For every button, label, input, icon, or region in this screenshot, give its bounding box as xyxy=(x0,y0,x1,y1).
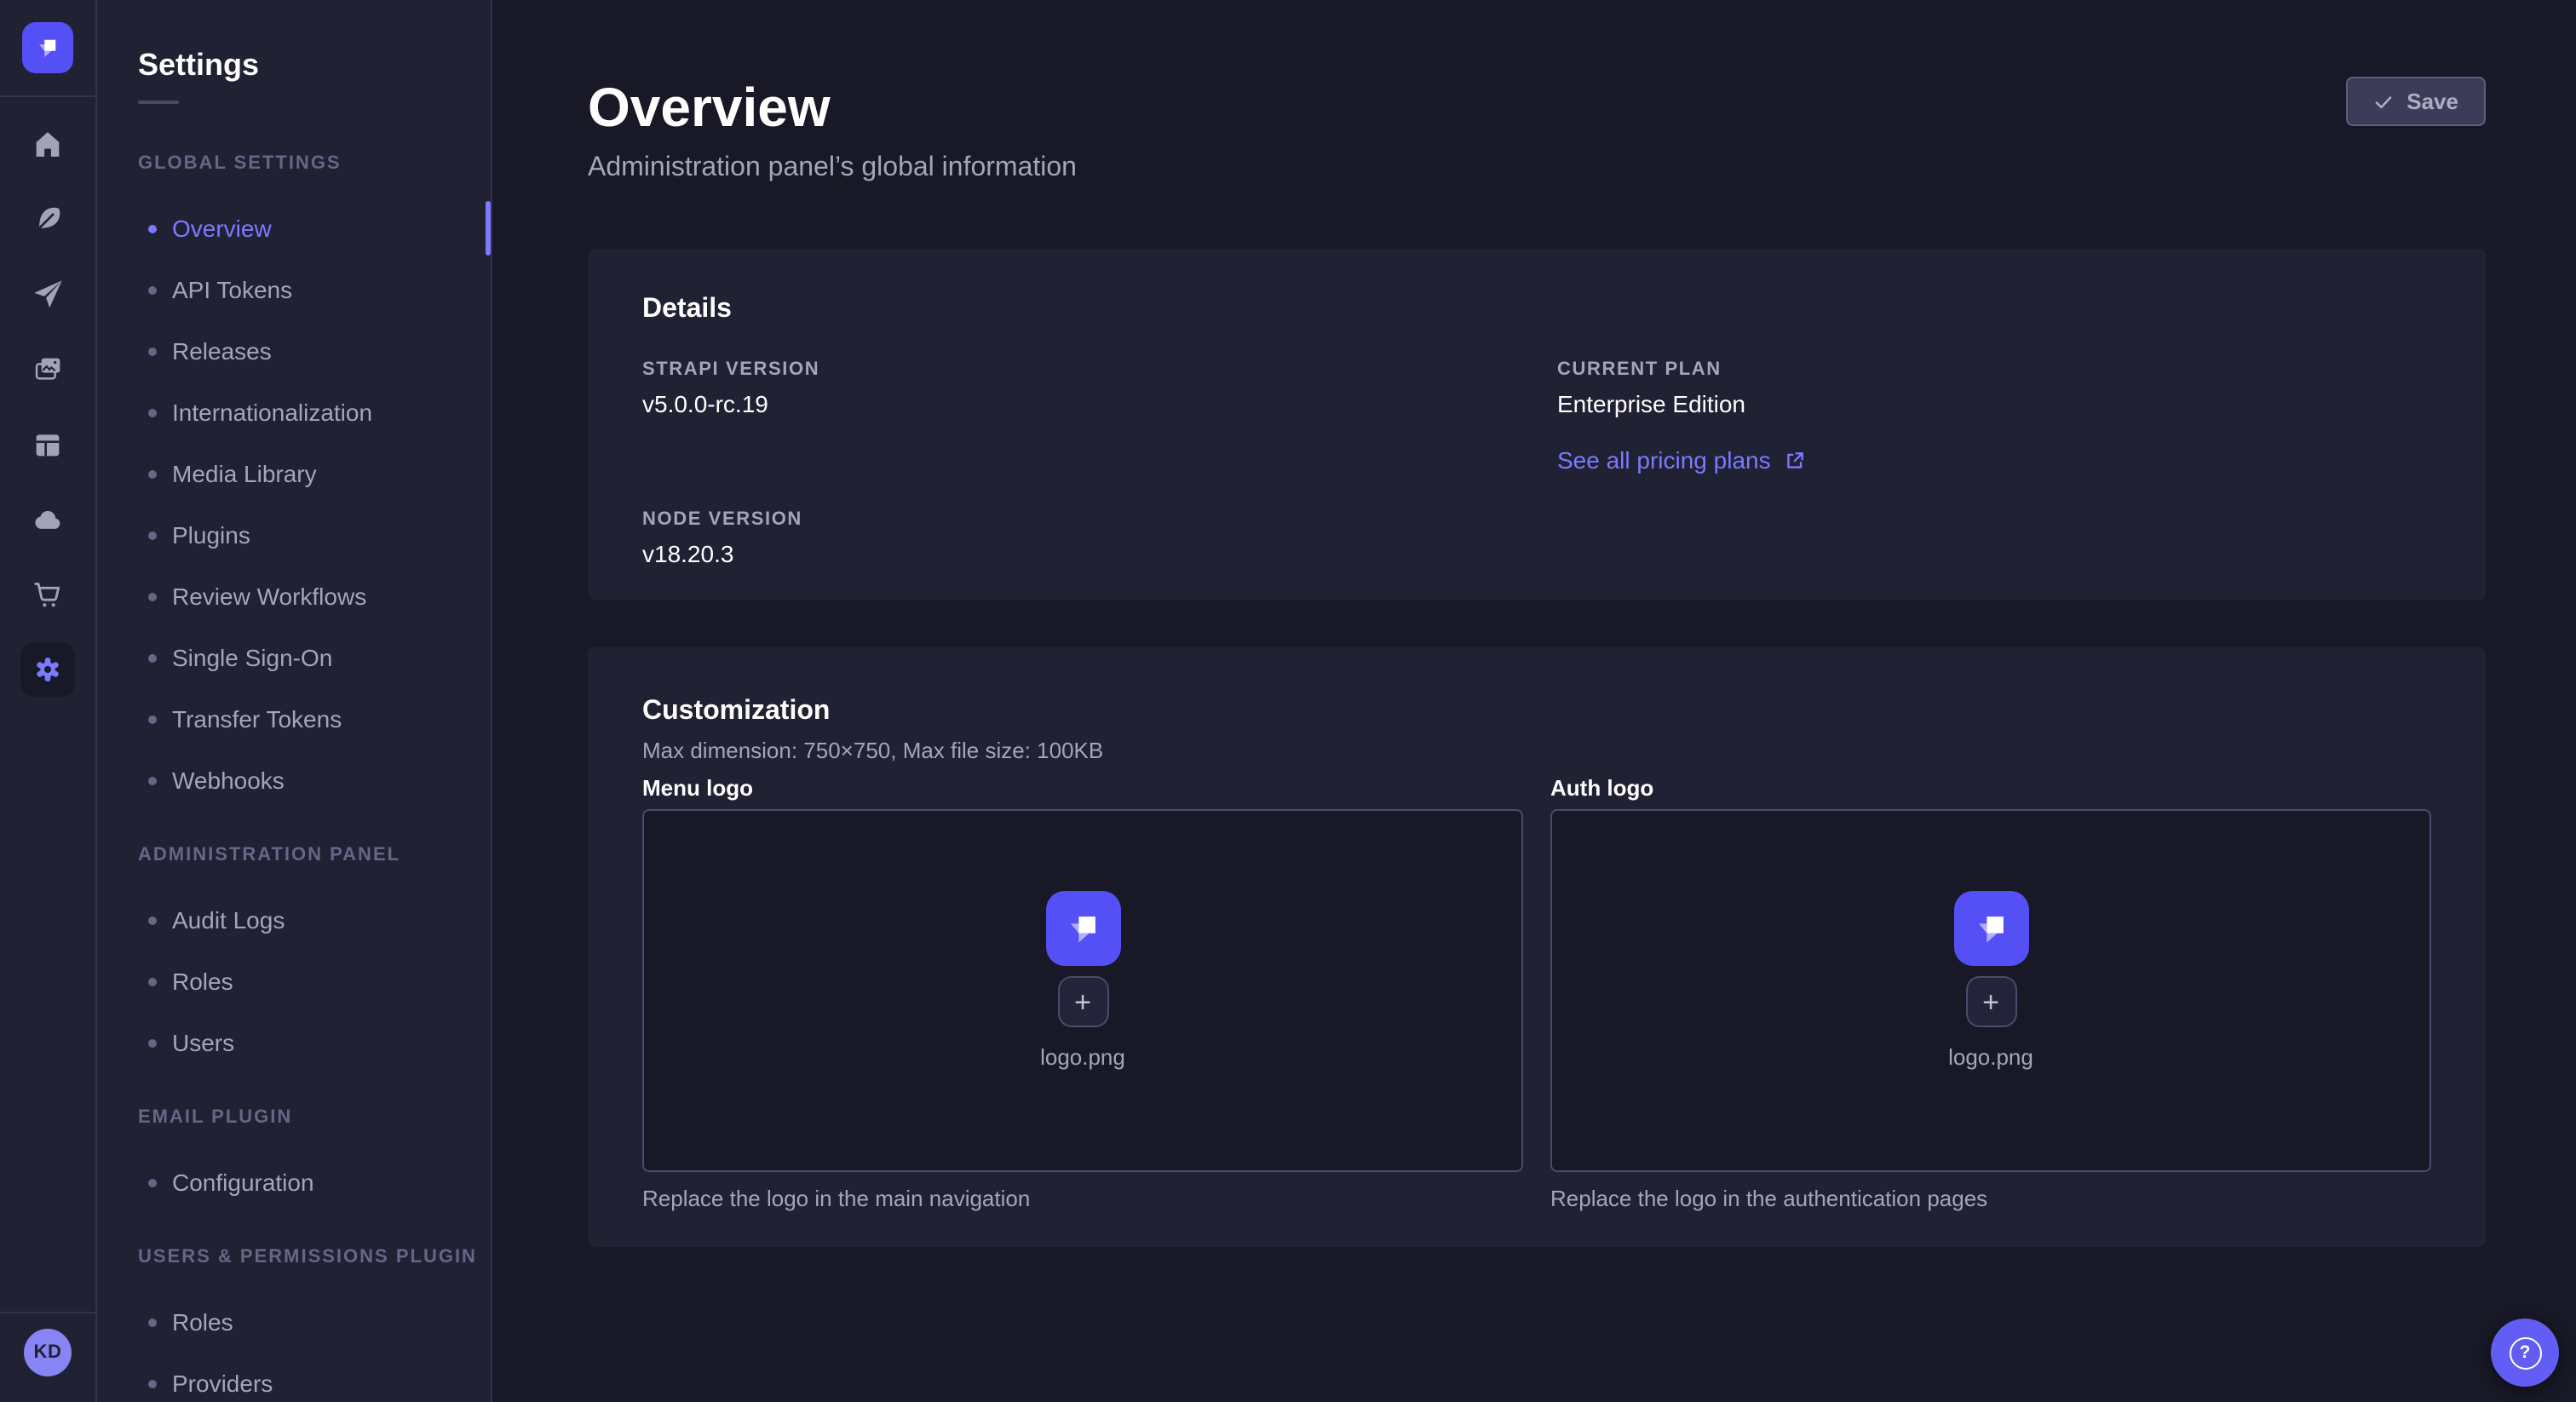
active-indicator-bar xyxy=(486,201,491,256)
auth-logo-dropzone[interactable]: + logo.png xyxy=(1550,809,2431,1172)
sidebar-item-up-roles[interactable]: Roles xyxy=(97,1291,491,1353)
rail-divider-top xyxy=(0,95,95,97)
feather-icon[interactable] xyxy=(0,182,95,257)
layout-icon[interactable] xyxy=(0,407,95,482)
menu-logo-thumbnail xyxy=(1045,891,1120,966)
check-icon xyxy=(2372,91,2393,112)
logo-fields-row: Menu logo + logo.png Replace the logo xyxy=(642,775,2431,1213)
auth-logo-field: Auth logo + logo.png Replace the logo xyxy=(1550,775,2431,1213)
strapi-version-field: STRAPI VERSION v5.0.0-rc.19 xyxy=(642,358,1516,419)
paper-plane-icon[interactable] xyxy=(0,257,95,332)
section-global-settings: GLOBAL SETTINGS xyxy=(97,129,491,198)
sidebar-item-overview[interactable]: Overview xyxy=(97,198,491,259)
customization-card: Customization Max dimension: 750×750, Ma… xyxy=(588,647,2486,1247)
section-administration-panel: ADMINISTRATION PANEL xyxy=(97,821,491,889)
auth-logo-add-button[interactable]: + xyxy=(1965,976,2016,1027)
page-header-text: Overview Administration panel’s global i… xyxy=(588,0,1077,187)
page-header: Overview Administration panel’s global i… xyxy=(588,0,2486,187)
sidebar-item-webhooks[interactable]: Webhooks xyxy=(97,750,491,811)
current-plan-value: Enterprise Edition xyxy=(1557,388,2431,419)
strapi-logo-icon xyxy=(1965,903,2016,954)
sidebar-item-single-sign-on[interactable]: Single Sign-On xyxy=(97,627,491,688)
auth-logo-thumbnail xyxy=(1953,891,2028,966)
avatar-initials: KD xyxy=(34,1342,62,1363)
strapi-version-value: v5.0.0-rc.19 xyxy=(642,388,1516,419)
details-right-column: CURRENT PLAN Enterprise Edition See all … xyxy=(1557,358,2431,569)
save-button[interactable]: Save xyxy=(2345,77,2486,126)
details-card: Details STRAPI VERSION v5.0.0-rc.19 NODE… xyxy=(588,249,2486,600)
menu-logo-dropzone[interactable]: + logo.png xyxy=(642,809,1523,1172)
menu-logo-add-button[interactable]: + xyxy=(1057,976,1108,1027)
main-nav-rail: KD xyxy=(0,0,97,1402)
menu-logo-field: Menu logo + logo.png Replace the logo xyxy=(642,775,1523,1213)
current-plan-field: CURRENT PLAN Enterprise Edition xyxy=(1557,358,2431,419)
details-card-title: Details xyxy=(642,293,2431,327)
sidebar-item-review-workflows[interactable]: Review Workflows xyxy=(97,566,491,627)
details-grid: STRAPI VERSION v5.0.0-rc.19 NODE VERSION… xyxy=(642,358,2431,569)
auth-logo-label: Auth logo xyxy=(1550,775,2431,802)
menu-logo-label: Menu logo xyxy=(642,775,1523,802)
sidebar-item-admin-roles[interactable]: Roles xyxy=(97,951,491,1012)
gear-active-highlight xyxy=(20,642,75,697)
media-library-icon[interactable] xyxy=(0,332,95,407)
strapi-logo-icon xyxy=(1057,903,1108,954)
customization-card-title: Customization xyxy=(642,695,2431,729)
menu-logo-filename: logo.png xyxy=(1040,1044,1125,1072)
pricing-plans-link[interactable]: See all pricing plans xyxy=(1557,445,1807,475)
node-version-field: NODE VERSION v18.20.3 xyxy=(642,508,1516,569)
shopping-cart-icon[interactable] xyxy=(0,557,95,632)
home-icon[interactable] xyxy=(0,107,95,182)
settings-nav-list: GLOBAL SETTINGS Overview API Tokens Rele… xyxy=(97,129,491,1402)
gear-icon[interactable] xyxy=(0,632,95,707)
sidebar-item-up-providers[interactable]: Providers xyxy=(97,1353,491,1402)
main-content: Overview Administration panel’s global i… xyxy=(492,0,2576,1402)
strapi-logo[interactable] xyxy=(22,22,73,73)
auth-logo-filename: logo.png xyxy=(1948,1044,2033,1072)
page-subtitle: Administration panel’s global informatio… xyxy=(588,150,1077,187)
menu-logo-hint: Replace the logo in the main navigation xyxy=(642,1186,1523,1213)
customization-subtitle: Max dimension: 750×750, Max file size: 1… xyxy=(642,738,2431,765)
strapi-logo-icon xyxy=(31,31,65,65)
question-mark-icon: ? xyxy=(2509,1336,2541,1369)
sidebar-item-api-tokens[interactable]: API Tokens xyxy=(97,259,491,320)
sidebar-title-rule xyxy=(138,101,179,104)
strapi-version-label: STRAPI VERSION xyxy=(642,358,1516,382)
plus-icon: + xyxy=(1982,987,1999,1016)
sidebar-item-releases[interactable]: Releases xyxy=(97,320,491,382)
section-users-permissions-plugin: USERS & PERMISSIONS PLUGIN xyxy=(97,1223,491,1291)
sidebar-item-email-configuration[interactable]: Configuration xyxy=(97,1152,491,1213)
sidebar-item-admin-users[interactable]: Users xyxy=(97,1012,491,1073)
plus-icon: + xyxy=(1074,987,1091,1016)
cloud-icon[interactable] xyxy=(0,482,95,557)
sidebar-title: Settings xyxy=(97,0,491,83)
sidebar-item-transfer-tokens[interactable]: Transfer Tokens xyxy=(97,688,491,750)
auth-logo-hint: Replace the logo in the authentication p… xyxy=(1550,1186,2431,1213)
rail-divider-bottom xyxy=(0,1312,95,1313)
settings-sidebar: Settings GLOBAL SETTINGS Overview API To… xyxy=(97,0,492,1402)
sidebar-item-audit-logs[interactable]: Audit Logs xyxy=(97,889,491,951)
section-email-plugin: EMAIL PLUGIN xyxy=(97,1083,491,1152)
user-avatar[interactable]: KD xyxy=(24,1329,72,1376)
help-button[interactable]: ? xyxy=(2491,1319,2559,1387)
sidebar-item-media-library[interactable]: Media Library xyxy=(97,443,491,504)
external-link-icon xyxy=(1785,449,1807,471)
sidebar-item-plugins[interactable]: Plugins xyxy=(97,504,491,566)
page-title: Overview xyxy=(588,75,1077,140)
node-version-label: NODE VERSION xyxy=(642,508,1516,531)
strapi-admin-app: KD Settings GLOBAL SETTINGS Overview API… xyxy=(0,0,2576,1402)
node-version-value: v18.20.3 xyxy=(642,538,1516,569)
details-left-column: STRAPI VERSION v5.0.0-rc.19 NODE VERSION… xyxy=(642,358,1516,569)
sidebar-item-internationalization[interactable]: Internationalization xyxy=(97,382,491,443)
rail-buttons xyxy=(0,107,95,707)
current-plan-label: CURRENT PLAN xyxy=(1557,358,2431,382)
